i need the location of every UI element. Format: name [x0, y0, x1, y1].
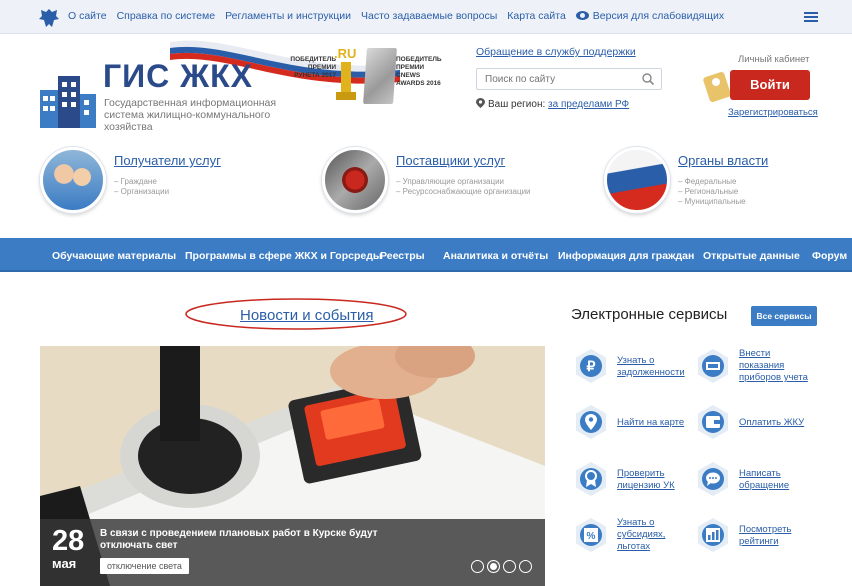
all-services-button[interactable]: Все сервисы: [751, 306, 817, 326]
news-month: мая: [52, 556, 77, 571]
logo-title[interactable]: ГИС ЖКХ: [103, 58, 253, 95]
service-label[interactable]: Оплатить ЖКУ: [739, 417, 819, 429]
service-label[interactable]: Проверить лицензию УК: [617, 468, 697, 492]
service-label[interactable]: Узнать о задолженности: [617, 355, 697, 379]
location-pin-icon: [476, 98, 485, 108]
providers-photo[interactable]: [322, 147, 388, 213]
cabinet-label: Личный кабинет: [738, 54, 810, 65]
recipients-photo[interactable]: [40, 147, 106, 213]
providers-item[interactable]: – Ресурсоснабжающие организации: [396, 187, 531, 197]
trophy-icon: .RU: [334, 46, 356, 100]
login-button[interactable]: Войти: [730, 70, 810, 100]
service-label[interactable]: Внести показания приборов учета: [739, 348, 819, 384]
service-label[interactable]: Посмотреть рейтинги: [739, 524, 819, 548]
news-day: 28: [52, 525, 85, 557]
meter-icon: [698, 349, 728, 383]
wallet-icon: [698, 405, 728, 439]
news-tag[interactable]: отключение света: [100, 558, 189, 574]
register-link[interactable]: Зарегистрироваться: [728, 107, 818, 118]
providers-title[interactable]: Поставщики услуг: [396, 153, 505, 168]
accessibility-link[interactable]: Версия для слабовидящих: [575, 10, 724, 22]
svg-text:%: %: [587, 531, 596, 542]
recipients-title[interactable]: Получатели услуг: [114, 153, 221, 168]
top-links: О сайте Справка по системе Регламенты и …: [68, 10, 734, 22]
region-selector: Ваш регион: за пределами РФ: [476, 98, 629, 110]
authorities-item[interactable]: – Муниципальные: [678, 197, 746, 207]
recipients-item[interactable]: – Граждане: [114, 177, 169, 187]
percent-icon: %: [576, 518, 606, 552]
slider-dot[interactable]: [519, 560, 532, 573]
map-pin-icon: [576, 405, 606, 439]
coat-of-arms-icon: [39, 9, 59, 27]
svg-text:₽: ₽: [587, 358, 596, 374]
nav-item-analytics[interactable]: Аналитика и отчёты: [443, 250, 548, 262]
slider-dot-active[interactable]: [487, 560, 500, 573]
recipients-list: – Граждане – Организации: [114, 177, 169, 197]
providers-item[interactable]: – Управляющие организации: [396, 177, 531, 187]
news-heading[interactable]: Новости и события: [240, 307, 374, 324]
top-link-about[interactable]: О сайте: [68, 10, 107, 22]
authorities-item[interactable]: – Региональные: [678, 187, 746, 197]
authorities-photo[interactable]: [604, 147, 670, 213]
nav-item-open-data[interactable]: Открытые данные: [703, 250, 800, 262]
news-slide[interactable]: 28 мая В связи с проведением плановых ра…: [40, 346, 545, 586]
top-link-sitemap[interactable]: Карта сайта: [507, 10, 566, 22]
badge-icon: [576, 462, 606, 496]
eye-icon: [575, 11, 589, 20]
recipients-item[interactable]: – Организации: [114, 187, 169, 197]
search-input[interactable]: [477, 69, 627, 90]
news-caption: 28 мая В связи с проведением плановых ра…: [40, 519, 545, 586]
authorities-list: – Федеральные – Региональные – Муниципал…: [678, 177, 746, 207]
slider-dot[interactable]: [471, 560, 484, 573]
award-runet: ПОБЕДИТЕЛЬ ПРЕМИИ РУНЕТА 2017: [290, 56, 336, 79]
ruble-icon: ₽: [576, 349, 606, 383]
authorities-title[interactable]: Органы власти: [678, 153, 768, 168]
cnews-award-statue: [363, 48, 397, 104]
service-label[interactable]: Написать обращение: [739, 468, 819, 492]
nav-item-training[interactable]: Обучающие материалы: [52, 250, 176, 262]
providers-list: – Управляющие организации – Ресурсоснабж…: [396, 177, 531, 197]
nav-item-programs[interactable]: Программы в сфере ЖКХ и Горсреды: [185, 250, 382, 262]
building-logo-icon: [40, 76, 96, 128]
award-cnews: ПОБЕДИТЕЛЬ ПРЕМИИ CNEWS AWARDS 2016: [396, 56, 442, 87]
chat-icon: [698, 462, 728, 496]
services-heading: Электронные сервисы: [571, 306, 728, 323]
service-label[interactable]: Узнать о субсидиях, льготах: [617, 517, 697, 553]
nav-item-registries[interactable]: Реестры: [380, 250, 425, 262]
main-nav: Обучающие материалы Программы в сфере ЖК…: [0, 238, 852, 272]
slider-dot[interactable]: [503, 560, 516, 573]
logo-subtitle: Государственная информационная система ж…: [104, 97, 277, 133]
search-box: [476, 68, 662, 90]
news-text[interactable]: В связи с проведением плановых работ в К…: [100, 528, 400, 552]
top-link-help[interactable]: Справка по системе: [117, 10, 216, 22]
support-link[interactable]: Обращение в службу поддержки: [476, 46, 636, 58]
menu-icon[interactable]: [804, 12, 818, 22]
nav-item-forum[interactable]: Форум: [812, 250, 847, 262]
nav-item-citizens[interactable]: Информация для граждан: [558, 250, 694, 262]
region-link[interactable]: за пределами РФ: [548, 99, 629, 110]
slider-dots: [471, 560, 532, 573]
service-label[interactable]: Найти на карте: [617, 417, 697, 429]
search-icon[interactable]: [642, 73, 654, 85]
award-ru-text: .RU: [334, 46, 356, 61]
top-link-faq[interactable]: Часто задаваемые вопросы: [361, 10, 497, 22]
authorities-item[interactable]: – Федеральные: [678, 177, 746, 187]
chart-icon: [698, 518, 728, 552]
top-bar: О сайте Справка по системе Регламенты и …: [0, 0, 852, 34]
header: ГИС ЖКХ Государственная информационная с…: [0, 34, 852, 139]
region-label: Ваш регион:: [488, 99, 546, 110]
top-link-regulations[interactable]: Регламенты и инструкции: [225, 10, 351, 22]
